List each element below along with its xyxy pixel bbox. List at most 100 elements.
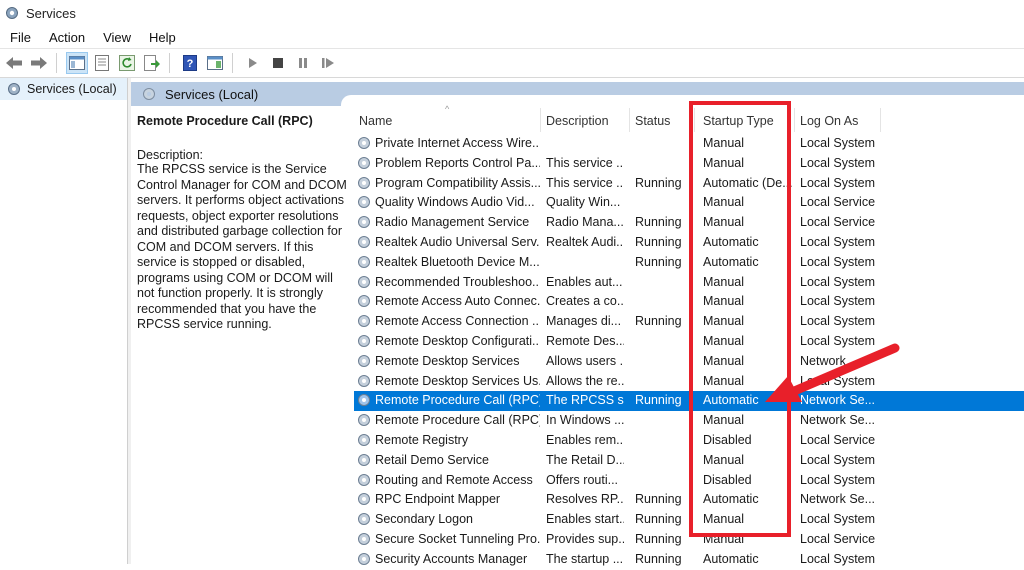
- column-header-description[interactable]: Description: [546, 114, 609, 128]
- service-logon-cell: Local System: [800, 155, 876, 170]
- service-description-cell: Quality Win...: [546, 195, 621, 210]
- red-arrow-annotation: [765, 343, 900, 402]
- forward-button[interactable]: [28, 52, 50, 74]
- pause-service-button[interactable]: [292, 52, 314, 74]
- service-name-cell: Routing and Remote Access: [375, 472, 533, 487]
- service-name-cell: Secure Socket Tunneling Pro...: [375, 531, 540, 546]
- service-gear-icon: [358, 453, 370, 466]
- service-description-cell: Resolves RP...: [546, 492, 624, 507]
- services-gear-icon: [8, 83, 20, 95]
- restart-service-icon: [322, 58, 334, 68]
- service-description-cell: Provides sup...: [546, 531, 624, 546]
- service-description-cell: Realtek Audi...: [546, 234, 624, 249]
- column-divider[interactable]: [880, 108, 881, 132]
- service-logon-cell: Local System: [800, 294, 876, 309]
- column-divider[interactable]: [794, 108, 795, 132]
- service-gear-icon: [358, 493, 370, 506]
- menu-action[interactable]: Action: [39, 30, 93, 45]
- stop-service-button[interactable]: [267, 52, 289, 74]
- properties-button[interactable]: [91, 52, 113, 74]
- service-gear-icon: [358, 433, 370, 446]
- service-logon-cell: Local System: [800, 452, 876, 467]
- service-gear-icon: [358, 275, 370, 288]
- service-status-cell: Running: [635, 254, 682, 269]
- panel-title: Services (Local): [165, 86, 259, 102]
- sort-ascending-icon: ^: [445, 104, 450, 114]
- column-divider[interactable]: [540, 108, 541, 132]
- service-name-cell: Secondary Logon: [375, 512, 473, 527]
- export-list-button[interactable]: [141, 52, 163, 74]
- menu-file[interactable]: File: [0, 30, 39, 45]
- console-tree-icon: [69, 56, 85, 70]
- service-logon-cell: Local System: [800, 234, 876, 249]
- service-logon-cell: Local System: [800, 254, 876, 269]
- service-name-cell: Recommended Troubleshoo...: [375, 274, 540, 289]
- tree-item-services-local[interactable]: Services (Local): [0, 78, 127, 100]
- service-logon-cell: Local System: [800, 136, 876, 150]
- service-row[interactable]: Security Accounts Manager The startup ...…: [354, 550, 1024, 570]
- column-header-log-on-as[interactable]: Log On As: [800, 114, 858, 128]
- export-list-icon: [144, 55, 160, 71]
- service-name-cell: Program Compatibility Assis...: [375, 175, 540, 190]
- service-description-cell: Creates a co...: [546, 294, 624, 309]
- service-description-cell: Allows the re...: [546, 373, 624, 388]
- properties-icon: [95, 55, 109, 71]
- service-gear-icon: [358, 156, 370, 169]
- service-status-cell: Running: [635, 531, 682, 546]
- service-logon-cell: Local System: [800, 314, 876, 329]
- service-name-cell: Remote Procedure Call (RPC): [375, 393, 540, 408]
- column-divider[interactable]: [629, 108, 630, 132]
- service-gear-icon: [358, 295, 370, 308]
- service-gear-icon: [358, 414, 370, 427]
- tree-item-label: Services (Local): [27, 82, 117, 96]
- service-status-cell: Running: [635, 215, 682, 230]
- service-description-cell: Enables aut...: [546, 274, 623, 289]
- service-logon-cell: Local System: [800, 175, 876, 190]
- forward-arrow-icon: [31, 57, 47, 69]
- service-status-cell: Running: [635, 175, 682, 190]
- service-status-cell: Running: [635, 492, 682, 507]
- restart-service-button[interactable]: [317, 52, 339, 74]
- startup-type-highlight-box: [689, 101, 791, 537]
- service-gear-icon: [358, 176, 370, 189]
- menu-help[interactable]: Help: [139, 30, 184, 45]
- stop-service-icon: [273, 58, 283, 68]
- show-console-tree-button[interactable]: [66, 52, 88, 74]
- services-gear-icon: [143, 88, 155, 100]
- service-name-cell: Remote Registry: [375, 432, 469, 447]
- service-description-cell: Allows users ...: [546, 353, 624, 368]
- service-description-cell: Enables start...: [546, 512, 624, 527]
- console-tree: Services (Local): [0, 78, 128, 564]
- help-button[interactable]: ?: [179, 52, 201, 74]
- refresh-button[interactable]: [116, 52, 138, 74]
- column-header-name[interactable]: Name: [359, 114, 392, 128]
- service-description-cell: Manages di...: [546, 314, 622, 329]
- refresh-icon: [119, 55, 135, 71]
- back-button[interactable]: [3, 52, 25, 74]
- service-description-cell: Radio Mana...: [546, 215, 624, 230]
- service-name-cell: Remote Procedure Call (RPC)...: [375, 413, 540, 428]
- menu-view[interactable]: View: [93, 30, 139, 45]
- service-gear-icon: [358, 552, 370, 565]
- start-service-button[interactable]: [242, 52, 264, 74]
- service-description-cell: Offers routi...: [546, 472, 619, 487]
- column-header-status[interactable]: Status: [635, 114, 670, 128]
- service-name-cell: Remote Desktop Services Us...: [375, 373, 540, 388]
- service-gear-icon: [358, 532, 370, 545]
- menu-bar: File Action View Help: [0, 26, 1024, 48]
- view-button[interactable]: [204, 52, 226, 74]
- service-name-cell: Radio Management Service: [375, 215, 530, 230]
- toolbar-separator: [232, 53, 233, 73]
- description-text: The RPCSS service is the Service Control…: [137, 162, 347, 331]
- service-name-cell: Remote Access Auto Connec...: [375, 294, 540, 309]
- extended-view-tab: [341, 95, 1024, 106]
- window-title: Services: [26, 5, 76, 21]
- service-name-cell: Private Internet Access Wire...: [375, 136, 540, 150]
- description-pane: Remote Procedure Call (RPC) Description:…: [137, 114, 347, 333]
- service-name-cell: Remote Desktop Services: [375, 353, 520, 368]
- description-label: Description:: [137, 148, 203, 162]
- service-gear-icon: [358, 473, 370, 486]
- service-gear-icon: [358, 334, 370, 347]
- service-description-cell: Enables rem...: [546, 432, 624, 447]
- svg-text:?: ?: [187, 58, 194, 70]
